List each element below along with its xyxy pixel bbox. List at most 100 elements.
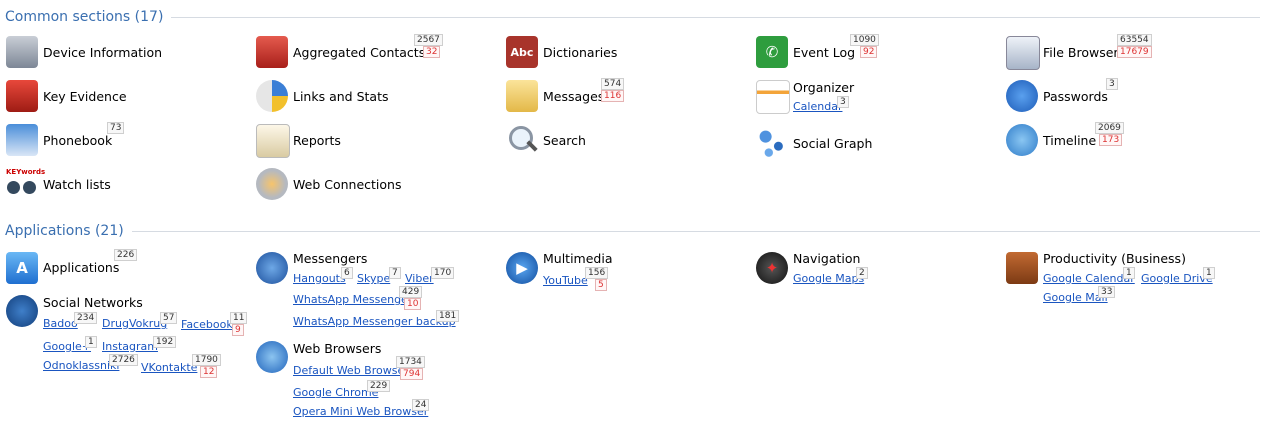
productivity-label: Productivity (Business) <box>1043 251 1186 266</box>
new-count-badge: 12 <box>200 366 218 378</box>
social-networks-icon <box>6 295 38 327</box>
calendar-link[interactable]: Calendar <box>793 100 842 113</box>
count-badge: 156 <box>585 267 609 279</box>
file-browser-label: File Browser <box>1043 45 1119 60</box>
new-count-badge: 794 <box>400 368 424 380</box>
report-icon <box>256 124 290 158</box>
key-evidence-icon <box>6 80 38 112</box>
google-maps-link[interactable]: Google Maps <box>793 272 864 285</box>
odnoklassniki-link[interactable]: Odnoklassniki <box>43 359 119 372</box>
multimedia-label: Multimedia <box>543 251 613 266</box>
count-badge: 3 <box>1106 78 1118 90</box>
facebook-link[interactable]: Facebook <box>181 318 233 331</box>
device-icon <box>6 36 38 68</box>
common-sections-header: Common sections (17) <box>5 6 1260 28</box>
app-store-icon: A <box>6 252 38 284</box>
applications-label: Applications <box>43 260 120 275</box>
links-and-stats-label: Links and Stats <box>293 89 389 104</box>
new-count-badge: 9 <box>232 324 244 336</box>
timeline-label: Timeline <box>1043 133 1097 148</box>
count-badge: 1 <box>1123 267 1135 279</box>
count-badge: 7 <box>389 267 401 279</box>
new-count-badge: 116 <box>601 90 625 102</box>
count-badge: 33 <box>1098 286 1116 298</box>
viber-link[interactable]: Viber <box>405 272 434 285</box>
new-count-badge: 5 <box>595 279 607 291</box>
web-connections-label: Web Connections <box>293 177 402 192</box>
divider <box>131 230 1260 232</box>
drugvokrug-link[interactable]: DrugVokrug <box>102 317 167 330</box>
social-networks-label: Social Networks <box>43 295 143 310</box>
whatsapp-backup-link[interactable]: WhatsApp Messenger backup <box>293 315 456 328</box>
new-count-badge: 17679 <box>1117 46 1152 58</box>
key-icon <box>1006 80 1038 112</box>
dictionaries-label: Dictionaries <box>543 45 618 60</box>
phonebook-icon <box>6 124 38 156</box>
skype-link[interactable]: Skype <box>357 272 390 285</box>
count-badge: 574 <box>601 78 625 90</box>
google-drive-link[interactable]: Google Drive <box>1141 272 1213 285</box>
key-evidence-label: Key Evidence <box>43 89 127 104</box>
play-icon: ▶ <box>506 252 538 284</box>
search-icon <box>506 124 538 156</box>
count-badge: 1734 <box>396 356 425 368</box>
new-count-badge: 32 <box>423 46 441 58</box>
common-sections-title: Common sections (17) <box>5 9 164 25</box>
youtube-link[interactable]: YouTube <box>543 274 588 287</box>
whatsapp-link[interactable]: WhatsApp Messenger <box>293 293 412 306</box>
event-log-label: Event Log <box>793 45 856 60</box>
count-badge: 2726 <box>109 354 138 366</box>
google-chrome-link[interactable]: Google Chrome <box>293 386 378 399</box>
instagram-link[interactable]: Instagram <box>102 340 158 353</box>
new-count-badge: 10 <box>404 298 422 310</box>
web-browsers-label: Web Browsers <box>293 341 382 356</box>
count-badge: 1090 <box>850 34 879 46</box>
graph-icon <box>756 127 788 159</box>
contacts-icon <box>256 36 288 68</box>
calendar-icon <box>756 80 790 114</box>
hangouts-link[interactable]: Hangouts <box>293 272 346 285</box>
clock-icon <box>1006 124 1038 156</box>
messages-label: Messages <box>543 89 605 104</box>
count-badge: 229 <box>367 380 391 392</box>
social-graph-label: Social Graph <box>793 136 873 151</box>
count-badge: 192 <box>153 336 177 348</box>
count-badge: 170 <box>431 267 455 279</box>
binoculars-icon: KEYwords <box>6 168 45 200</box>
applications-header: Applications (21) <box>5 220 1260 242</box>
device-information-label: Device Information <box>43 45 163 60</box>
applications-title: Applications (21) <box>5 223 124 239</box>
new-count-badge: 173 <box>1099 134 1123 146</box>
passwords-label: Passwords <box>1043 89 1108 104</box>
badoo-link[interactable]: Badoo <box>43 317 78 330</box>
count-badge: 1 <box>1203 267 1215 279</box>
count-badge: 234 <box>74 312 98 324</box>
count-badge: 11 <box>230 312 248 324</box>
phone-icon: ✆ <box>756 36 788 68</box>
messages-icon <box>506 80 538 112</box>
count-badge: 3 <box>837 96 849 108</box>
count-badge: 63554 <box>1117 34 1152 46</box>
default-browser-link[interactable]: Default Web Browser <box>293 364 409 377</box>
briefcase-icon <box>1006 252 1038 284</box>
googleplus-link[interactable]: Google+ <box>43 340 91 353</box>
globe-icon <box>256 341 288 373</box>
keywords-icon-text: KEYwords <box>6 168 46 176</box>
aggregated-contacts-label: Aggregated Contacts <box>293 45 426 60</box>
count-badge: 429 <box>399 286 423 298</box>
google-calendar-link[interactable]: Google Calendar <box>1043 272 1135 285</box>
count-badge: 226 <box>114 249 138 261</box>
file-browser-icon <box>1006 36 1040 70</box>
vkontakte-link[interactable]: VKontakte <box>141 361 197 374</box>
new-count-badge: 92 <box>860 46 878 58</box>
count-badge: 6 <box>341 267 353 279</box>
opera-mini-link[interactable]: Opera Mini Web Browser <box>293 405 428 418</box>
dictionary-icon: Abc <box>506 36 538 68</box>
count-badge: 24 <box>412 399 430 411</box>
compass-icon: ✦ <box>756 252 788 284</box>
navigation-label: Navigation <box>793 251 861 266</box>
phonebook-label: Phonebook <box>43 133 113 148</box>
web-connections-icon <box>256 168 288 200</box>
count-badge: 2567 <box>414 34 443 46</box>
count-badge: 2069 <box>1095 122 1124 134</box>
